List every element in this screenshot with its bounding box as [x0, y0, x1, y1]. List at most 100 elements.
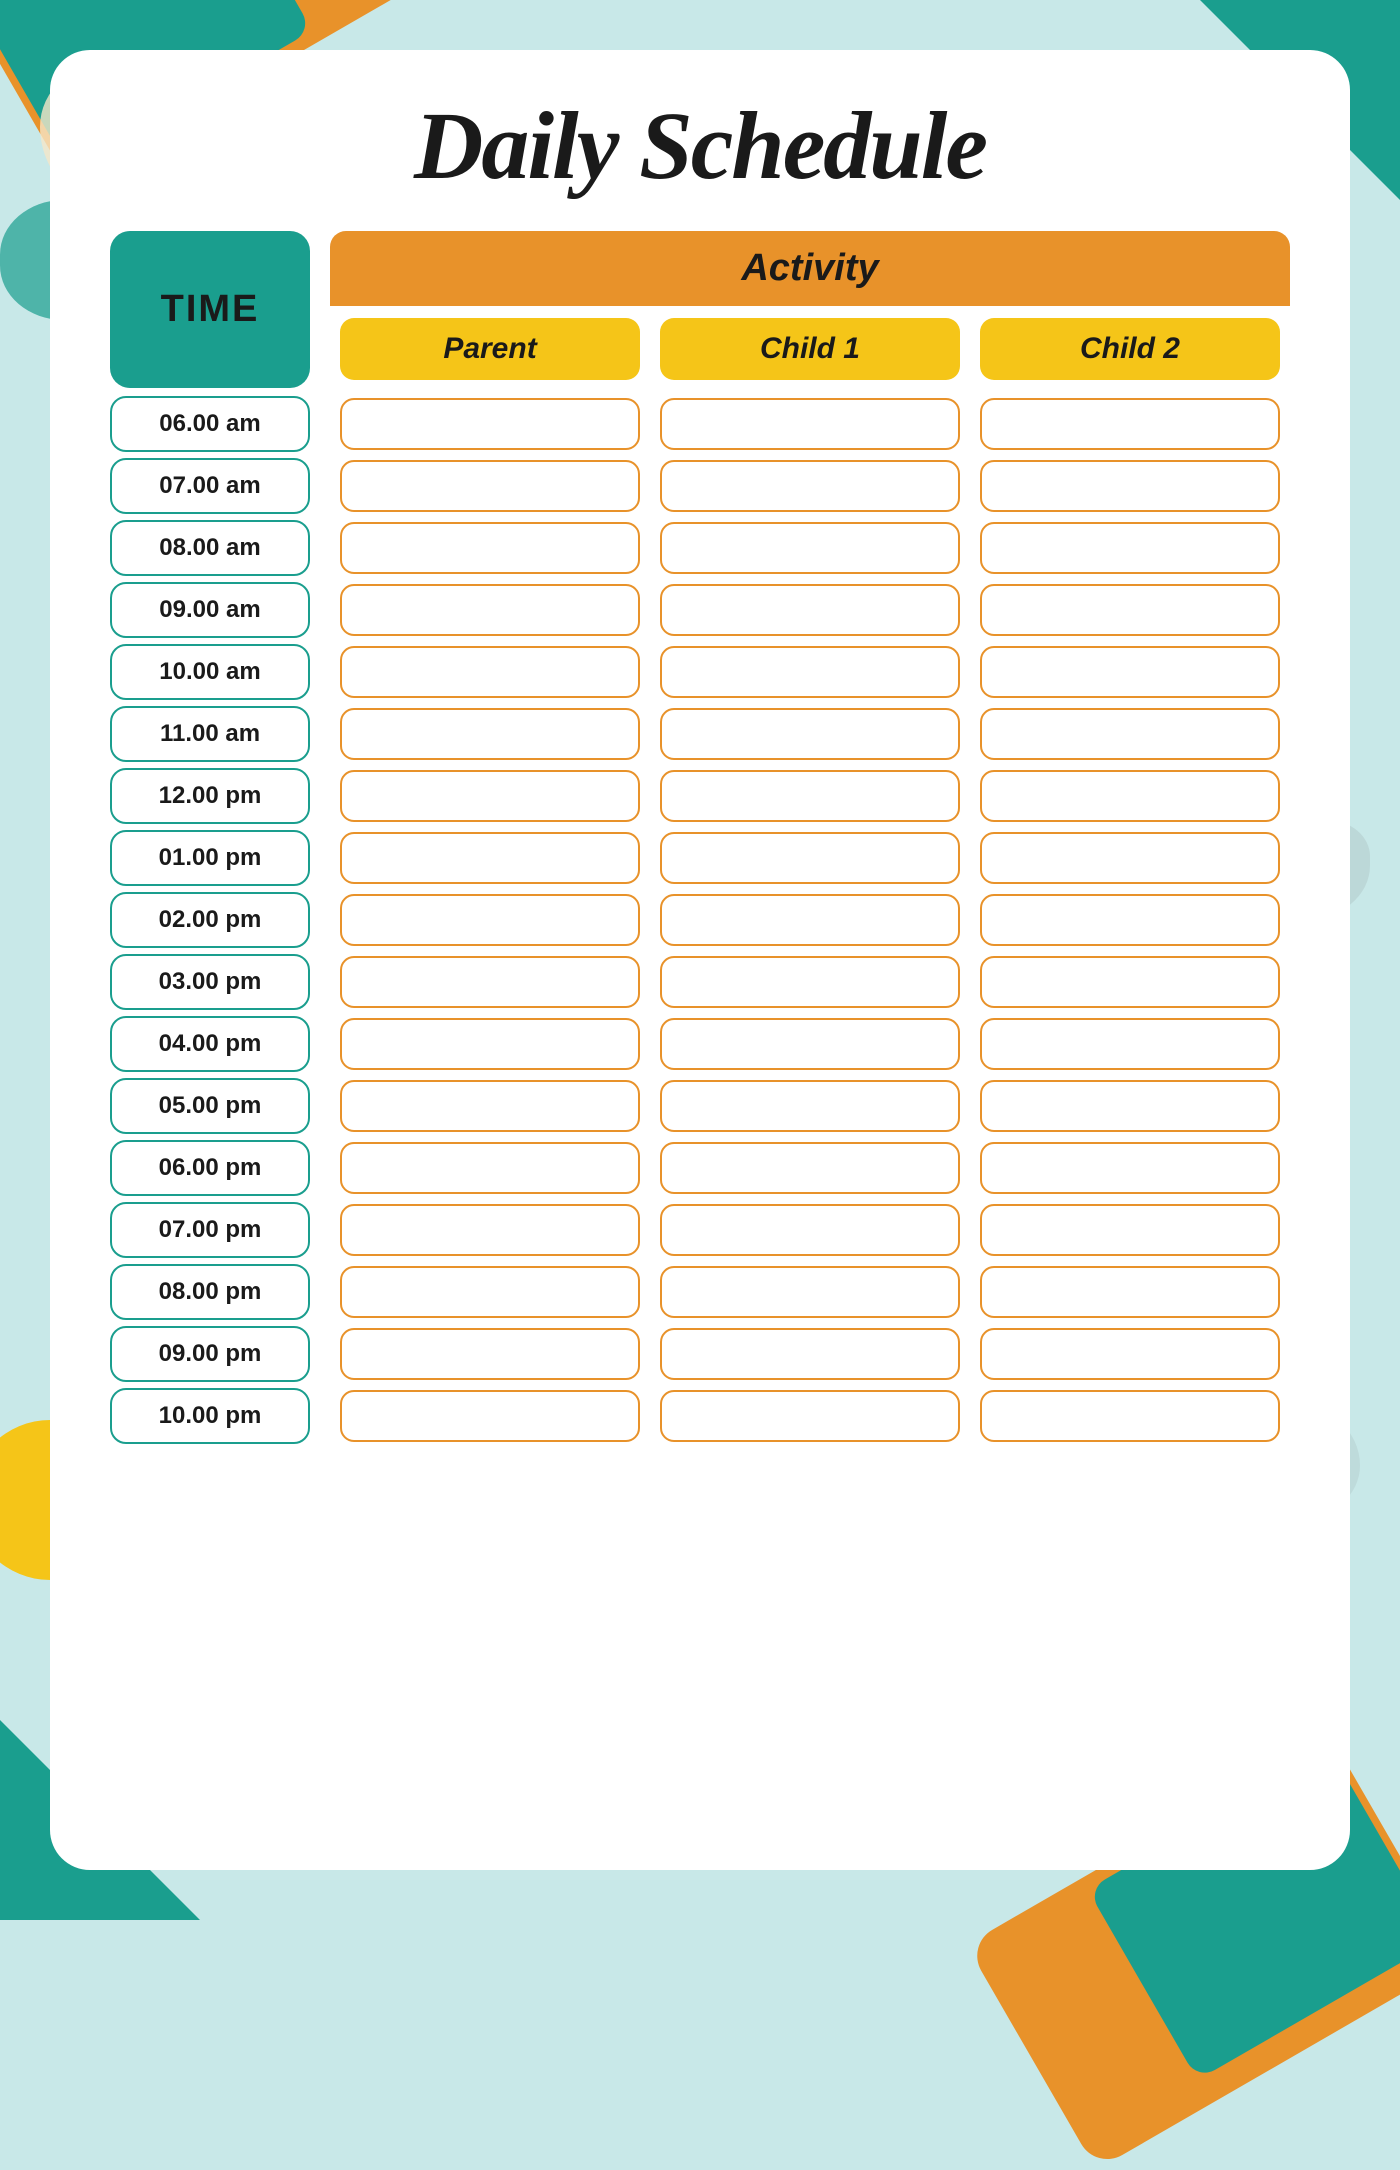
header-row: TIME Activity Parent Child 1 Child 2 [110, 231, 1290, 388]
page-title: Daily Schedule [414, 90, 986, 201]
activity-input-row11-col1[interactable] [660, 1080, 960, 1132]
parent-label: Parent [443, 332, 536, 365]
time-value-10: 04.00 pm [159, 1030, 262, 1057]
time-value-13: 07.00 pm [159, 1216, 262, 1243]
sub-header-child1: Child 1 [660, 318, 960, 380]
time-value-14: 08.00 pm [159, 1278, 262, 1305]
child1-label: Child 1 [760, 332, 860, 365]
time-cell-10: 04.00 pm [110, 1016, 310, 1072]
time-cell-15: 09.00 pm [110, 1326, 310, 1382]
time-cell-4: 10.00 am [110, 644, 310, 700]
activity-input-row1-col1[interactable] [660, 460, 960, 512]
activity-input-row9-col0[interactable] [340, 956, 640, 1008]
activity-input-row6-col2[interactable] [980, 770, 1280, 822]
activity-input-row4-col2[interactable] [980, 646, 1280, 698]
activity-input-row15-col0[interactable] [340, 1328, 640, 1380]
activity-input-row3-col1[interactable] [660, 584, 960, 636]
activity-input-row0-col2[interactable] [980, 398, 1280, 450]
activity-input-row1-col0[interactable] [340, 460, 640, 512]
activity-input-row0-col1[interactable] [660, 398, 960, 450]
activity-input-row1-col2[interactable] [980, 460, 1280, 512]
time-header-label: TIME [161, 288, 260, 331]
activity-cells-13 [330, 1204, 1290, 1256]
activity-input-row12-col0[interactable] [340, 1142, 640, 1194]
activity-cells-10 [330, 1018, 1290, 1070]
activity-input-row2-col2[interactable] [980, 522, 1280, 574]
activity-cells-15 [330, 1328, 1290, 1380]
time-value-12: 06.00 pm [159, 1154, 262, 1181]
time-cell-7: 01.00 pm [110, 830, 310, 886]
time-value-16: 10.00 pm [159, 1402, 262, 1429]
time-cell-11: 05.00 pm [110, 1078, 310, 1134]
activity-input-row0-col0[interactable] [340, 398, 640, 450]
time-value-7: 01.00 pm [159, 844, 262, 871]
activity-input-row9-col2[interactable] [980, 956, 1280, 1008]
activity-cells-8 [330, 894, 1290, 946]
data-row: 04.00 pm [110, 1016, 1290, 1072]
activity-input-row13-col0[interactable] [340, 1204, 640, 1256]
activity-cells-1 [330, 460, 1290, 512]
data-row: 01.00 pm [110, 830, 1290, 886]
activity-input-row3-col2[interactable] [980, 584, 1280, 636]
data-row: 09.00 pm [110, 1326, 1290, 1382]
sub-headers: Parent Child 1 Child 2 [330, 306, 1290, 388]
sub-header-parent: Parent [340, 318, 640, 380]
time-cell-2: 08.00 am [110, 520, 310, 576]
activity-input-row6-col1[interactable] [660, 770, 960, 822]
activity-input-row14-col1[interactable] [660, 1266, 960, 1318]
time-cell-6: 12.00 pm [110, 768, 310, 824]
data-row: 12.00 pm [110, 768, 1290, 824]
activity-input-row13-col2[interactable] [980, 1204, 1280, 1256]
activity-input-row11-col2[interactable] [980, 1080, 1280, 1132]
activity-input-row14-col0[interactable] [340, 1266, 640, 1318]
activity-input-row2-col1[interactable] [660, 522, 960, 574]
activity-input-row5-col2[interactable] [980, 708, 1280, 760]
activity-input-row4-col0[interactable] [340, 646, 640, 698]
activity-input-row16-col0[interactable] [340, 1390, 640, 1442]
activity-input-row8-col0[interactable] [340, 894, 640, 946]
activity-input-row5-col0[interactable] [340, 708, 640, 760]
activity-input-row7-col0[interactable] [340, 832, 640, 884]
time-value-4: 10.00 am [159, 658, 260, 685]
main-card: Daily Schedule TIME Activity Parent Chil… [50, 50, 1350, 1870]
activity-input-row10-col1[interactable] [660, 1018, 960, 1070]
activity-input-row4-col1[interactable] [660, 646, 960, 698]
time-cell-16: 10.00 pm [110, 1388, 310, 1444]
activity-input-row12-col2[interactable] [980, 1142, 1280, 1194]
data-row: 11.00 am [110, 706, 1290, 762]
time-header-cell: TIME [110, 231, 310, 388]
activity-input-row7-col2[interactable] [980, 832, 1280, 884]
activity-input-row8-col1[interactable] [660, 894, 960, 946]
data-row: 03.00 pm [110, 954, 1290, 1010]
activity-input-row15-col1[interactable] [660, 1328, 960, 1380]
time-cell-13: 07.00 pm [110, 1202, 310, 1258]
activity-input-row2-col0[interactable] [340, 522, 640, 574]
activity-input-row5-col1[interactable] [660, 708, 960, 760]
data-row: 07.00 pm [110, 1202, 1290, 1258]
time-cell-9: 03.00 pm [110, 954, 310, 1010]
activity-section: Activity Parent Child 1 Child 2 [330, 231, 1290, 388]
time-value-2: 08.00 am [159, 534, 260, 561]
activity-input-row11-col0[interactable] [340, 1080, 640, 1132]
activity-cells-0 [330, 398, 1290, 450]
data-row: 07.00 am [110, 458, 1290, 514]
activity-input-row10-col2[interactable] [980, 1018, 1280, 1070]
activity-input-row8-col2[interactable] [980, 894, 1280, 946]
activity-input-row10-col0[interactable] [340, 1018, 640, 1070]
activity-input-row9-col1[interactable] [660, 956, 960, 1008]
activity-input-row16-col2[interactable] [980, 1390, 1280, 1442]
activity-input-row14-col2[interactable] [980, 1266, 1280, 1318]
activity-input-row7-col1[interactable] [660, 832, 960, 884]
activity-input-row15-col2[interactable] [980, 1328, 1280, 1380]
activity-input-row13-col1[interactable] [660, 1204, 960, 1256]
data-row: 10.00 am [110, 644, 1290, 700]
activity-label: Activity [741, 247, 878, 289]
activity-cells-3 [330, 584, 1290, 636]
activity-input-row16-col1[interactable] [660, 1390, 960, 1442]
time-value-6: 12.00 pm [159, 782, 262, 809]
data-rows: 06.00 am07.00 am08.00 am09.00 am10.00 am… [110, 396, 1290, 1444]
data-row: 08.00 am [110, 520, 1290, 576]
activity-input-row12-col1[interactable] [660, 1142, 960, 1194]
activity-input-row6-col0[interactable] [340, 770, 640, 822]
activity-input-row3-col0[interactable] [340, 584, 640, 636]
